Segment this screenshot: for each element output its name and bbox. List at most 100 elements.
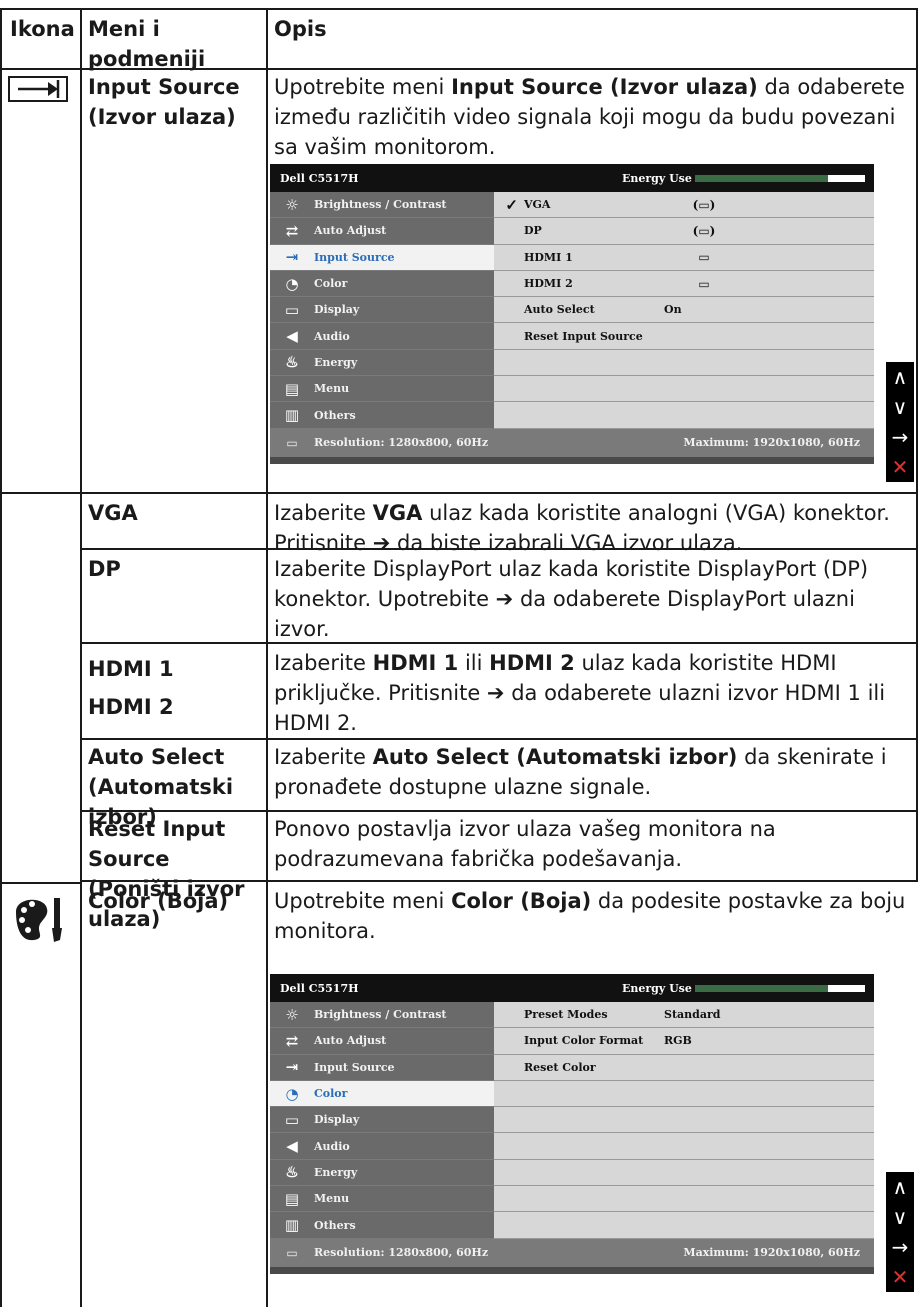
- menu-reset-input-source: Reset Input Source (Poništi izvor ulaza): [88, 817, 245, 931]
- maximum-resolution-text: Maximum: 1920x1080, 60Hz: [683, 1246, 860, 1260]
- osd-menu-item[interactable]: ◀ Audio: [270, 1133, 494, 1160]
- desc-hdmi: Izaberite HDMI 1 ili HDMI 2 ulaz kada ko…: [274, 651, 886, 735]
- menu-icon: ▤: [284, 379, 300, 398]
- menu-hdmi2: HDMI 2: [88, 695, 174, 719]
- audio-icon: ◀: [286, 1137, 298, 1156]
- grid-line: [0, 8, 918, 10]
- osd-menu-item[interactable]: ♨ Energy: [270, 1160, 494, 1187]
- osd-menu-label: Display: [314, 1113, 360, 1127]
- osd-menu-label: Input Source: [314, 250, 395, 264]
- down-key-icon[interactable]: ∨: [886, 392, 914, 422]
- osd-submenu-label: Reset Input Source: [524, 329, 643, 343]
- energy-icon: ♨: [285, 353, 299, 372]
- osd-menu-label: Energy: [314, 355, 358, 369]
- others-icon: ▥: [284, 406, 300, 425]
- osd-menu-item[interactable]: ▭ Display: [270, 297, 494, 324]
- menu-input-source: Input Source (Izvor ulaza): [88, 75, 240, 129]
- osd-menu-item[interactable]: ☼ Brightness / Contrast: [270, 1002, 494, 1029]
- osd-menu-label: Brightness / Contrast: [314, 198, 447, 212]
- osd-submenu-item: [494, 1080, 874, 1108]
- arrow-right-icon: ➔: [486, 681, 505, 705]
- osd-menu-item[interactable]: ▤ Menu: [270, 1186, 494, 1213]
- osd-footer: ▭ Resolution: 1280x800, 60Hz Maximum: 1920…: [270, 1238, 874, 1267]
- osd-menu-item[interactable]: ⇄ Auto Adjust: [270, 218, 494, 245]
- grid-line: [266, 8, 268, 1307]
- menu-hdmi1: HDMI 1: [88, 657, 174, 681]
- arrow-right-icon: ➔: [495, 587, 514, 611]
- color-icon: ◔: [285, 274, 299, 293]
- up-key-icon[interactable]: ∧: [886, 1172, 914, 1202]
- osd-submenu-item[interactable]: Reset Input Source: [494, 323, 874, 350]
- osd-submenu-item: [494, 402, 874, 429]
- input-source-icon: ⇥: [285, 1058, 299, 1077]
- color-icon: [10, 892, 68, 950]
- osd-menu-item[interactable]: ▥ Others: [270, 402, 494, 429]
- osd-menu-item[interactable]: ◔ Color: [270, 271, 494, 298]
- right-key-icon[interactable]: →: [886, 422, 914, 452]
- osd-submenu-label: Preset Modes: [524, 1008, 608, 1022]
- brightness-icon: ☼: [285, 1005, 299, 1024]
- header-desc: Opis: [274, 17, 327, 41]
- osd-submenu-item[interactable]: DP (▭): [494, 218, 874, 245]
- exit-key-icon[interactable]: ✕: [886, 1262, 914, 1292]
- desc-auto-select: Izaberite Auto Select (Automatski izbor)…: [274, 745, 887, 799]
- osd-model: Dell C5517H: [280, 981, 359, 995]
- osd-menu-item[interactable]: ⇥ Input Source: [270, 1055, 494, 1081]
- osd-submenu-label: VGA: [524, 198, 551, 212]
- osd-menu-item[interactable]: ♨ Energy: [270, 350, 494, 377]
- osd-menu-label: Color: [314, 277, 348, 291]
- osd-menu-item[interactable]: ▭ Display: [270, 1107, 494, 1134]
- exit-key-icon[interactable]: ✕: [886, 452, 914, 482]
- energy-icon: ♨: [285, 1163, 299, 1182]
- osd-menu-item[interactable]: ⇄ Auto Adjust: [270, 1028, 494, 1055]
- desc-reset-input-source: Ponovo postavlja izvor ulaza vašeg monit…: [274, 817, 776, 871]
- osd-menu-label: Brightness / Contrast: [314, 1008, 447, 1022]
- osd-menu-label: Auto Adjust: [314, 1034, 387, 1048]
- osd-submenu-item[interactable]: Reset Color: [494, 1054, 874, 1081]
- osd-menu-label: Display: [314, 303, 360, 317]
- osd-submenu-item: [494, 1186, 874, 1213]
- energy-label: Energy Use: [622, 982, 692, 995]
- osd-menu-item[interactable]: ☼ Brightness / Contrast: [270, 192, 494, 219]
- brightness-icon: ☼: [285, 195, 299, 214]
- osd-submenu-item[interactable]: HDMI 2 ▭: [494, 270, 874, 298]
- osd-menu-label: Energy: [314, 1165, 358, 1179]
- osd-menu-label: Others: [314, 1218, 356, 1232]
- desc-vga: Izaberite VGA ulaz kada koristite analog…: [274, 501, 890, 555]
- connector-icon: (▭): [692, 223, 716, 238]
- desc-color: Upotrebite meni Color (Boja) da podesite…: [274, 889, 906, 943]
- maximum-resolution-text: Maximum: 1920x1080, 60Hz: [683, 436, 860, 450]
- osd-menu-item[interactable]: ⇥ Input Source: [270, 244, 494, 271]
- connector-icon: ▭: [698, 250, 710, 265]
- up-key-icon[interactable]: ∧: [886, 362, 914, 392]
- osd-submenu-label: Auto Select: [524, 303, 595, 317]
- osd-footer: ▭ Resolution: 1280x800, 60Hz Maximum: 1920…: [270, 428, 874, 457]
- connector-icon: ▭: [698, 276, 710, 291]
- osd-menu-item[interactable]: ▤ Menu: [270, 376, 494, 403]
- desc-input-source: Upotrebite meni Input Source (Izvor ulaz…: [274, 75, 905, 159]
- osd-submenu-item[interactable]: Auto Select On: [494, 297, 874, 324]
- down-key-icon[interactable]: ∨: [886, 1202, 914, 1232]
- osd-submenu-item: [494, 1133, 874, 1160]
- osd-menu-item[interactable]: ◔ Color: [270, 1080, 494, 1108]
- osd-menu-item[interactable]: ◀ Audio: [270, 323, 494, 350]
- menu-dp: DP: [88, 557, 121, 581]
- osd-menu-item[interactable]: ▥ Others: [270, 1212, 494, 1239]
- grid-line: [0, 882, 80, 884]
- osd-submenu-label: HDMI 2: [524, 277, 573, 291]
- audio-icon: ◀: [286, 327, 298, 346]
- right-key-icon[interactable]: →: [886, 1232, 914, 1262]
- osd-submenu-value: RGB: [664, 1034, 692, 1048]
- energy-bar-fill: [695, 175, 828, 182]
- menu-color: Color (Boja): [88, 889, 229, 913]
- osd-submenu-label: Input Color Format: [524, 1034, 644, 1048]
- osd-submenu-item[interactable]: HDMI 1 ▭: [494, 244, 874, 271]
- vga-connector-icon: ▭: [286, 1245, 298, 1260]
- osd-menu-label: Menu: [314, 382, 350, 396]
- osd-submenu-item[interactable]: Input Color Format RGB: [494, 1028, 874, 1055]
- osd-submenu-item[interactable]: Preset Modes Standard: [494, 1002, 874, 1029]
- osd-submenu-item[interactable]: ✓ VGA (▭): [494, 192, 874, 219]
- check-icon: ✓: [505, 195, 518, 214]
- energy-bar: [695, 175, 865, 182]
- energy-bar: [695, 985, 865, 992]
